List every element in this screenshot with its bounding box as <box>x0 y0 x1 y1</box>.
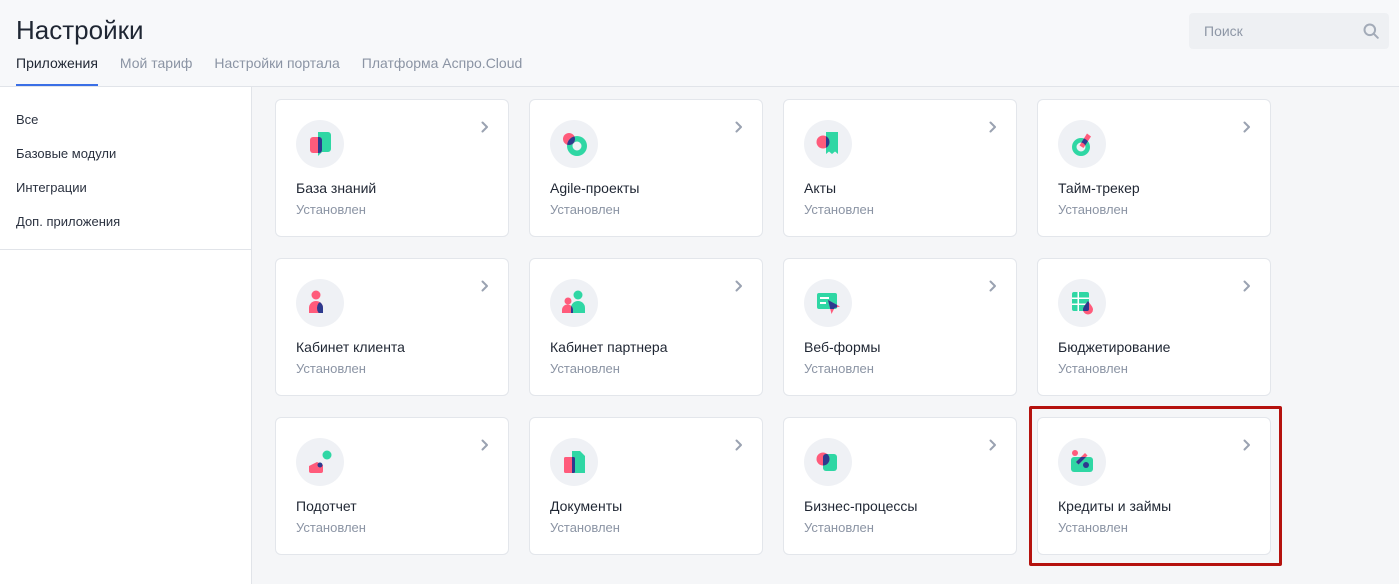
chevron-right-icon <box>735 280 742 292</box>
app-card-title: Agile-проекты <box>550 180 640 196</box>
sidebar-list: Все Базовые модули Интеграции Доп. прило… <box>0 87 251 239</box>
client-cabinet-icon <box>296 279 344 327</box>
app-card[interactable]: Кабинет партнера Установлен <box>529 258 763 396</box>
documents-icon <box>550 438 598 486</box>
web-forms-icon <box>804 279 852 327</box>
acts-icon <box>804 120 852 168</box>
apps-grid: База знаний Установлен Agile-проекты Устано… <box>275 99 1271 555</box>
chevron-right-icon <box>1243 121 1250 133</box>
app-card-title: Акты <box>804 180 837 196</box>
app-card[interactable]: Акты Установлен <box>783 99 1017 237</box>
app-card-status: Установлен <box>1058 361 1128 376</box>
app-card-status: Установлен <box>1058 520 1128 535</box>
chevron-right-icon <box>481 280 488 292</box>
accountable-funds-icon <box>296 438 344 486</box>
chevron-right-icon <box>1243 439 1250 451</box>
app-card-status: Установлен <box>550 202 620 217</box>
app-card-status: Установлен <box>296 361 366 376</box>
app-card-status: Установлен <box>804 520 874 535</box>
app-card-title: Веб-формы <box>804 339 881 355</box>
app-card-status: Установлен <box>296 202 366 217</box>
app-card[interactable]: Веб-формы Установлен <box>783 258 1017 396</box>
sidebar-divider <box>0 249 251 250</box>
sidebar-item-base-modules[interactable]: Базовые модули <box>0 137 251 171</box>
app-card[interactable]: Бюджетирование Установлен <box>1037 258 1271 396</box>
time-tracker-icon <box>1058 120 1106 168</box>
app-card-status: Установлен <box>1058 202 1128 217</box>
app-card[interactable]: Кредиты и займы Установлен <box>1037 417 1271 555</box>
page-title: Настройки <box>16 15 144 45</box>
app-card[interactable]: Кабинет клиента Установлен <box>275 258 509 396</box>
chevron-right-icon <box>989 439 996 451</box>
app-card-title: Тайм-трекер <box>1058 180 1140 196</box>
app-card-status: Установлен <box>804 202 874 217</box>
app-card-title: Бюджетирование <box>1058 339 1171 355</box>
app-card[interactable]: База знаний Установлен <box>275 99 509 237</box>
chevron-right-icon <box>1243 280 1250 292</box>
credits-loans-icon <box>1058 438 1106 486</box>
tab-my-plan[interactable]: Мой тариф <box>120 52 192 86</box>
tab-portal-settings[interactable]: Настройки портала <box>214 52 339 86</box>
search-icon[interactable] <box>1363 23 1379 39</box>
app-card[interactable]: Тайм-трекер Установлен <box>1037 99 1271 237</box>
knowledge-base-icon <box>296 120 344 168</box>
app-card-status: Установлен <box>550 520 620 535</box>
page-header: Настройки Приложения Мой тариф Настройки… <box>0 0 1399 86</box>
sidebar: Все Базовые модули Интеграции Доп. прило… <box>0 87 252 584</box>
budgeting-icon <box>1058 279 1106 327</box>
app-card[interactable]: Документы Установлен <box>529 417 763 555</box>
app-card-title: Документы <box>550 498 623 514</box>
chevron-right-icon <box>989 121 996 133</box>
sidebar-item-integrations[interactable]: Интеграции <box>0 171 251 205</box>
app-card[interactable]: Бизнес-процессы Установлен <box>783 417 1017 555</box>
app-card-title: Бизнес-процессы <box>804 498 918 514</box>
app-card-title: Кредиты и займы <box>1058 498 1172 514</box>
app-card-title: База знаний <box>296 180 377 196</box>
chevron-right-icon <box>735 121 742 133</box>
chevron-right-icon <box>989 280 996 292</box>
app-card-status: Установлен <box>296 520 366 535</box>
app-card[interactable]: Подотчет Установлен <box>275 417 509 555</box>
search-input[interactable] <box>1189 13 1359 49</box>
partner-cabinet-icon <box>550 279 598 327</box>
agile-projects-icon <box>550 120 598 168</box>
app-card-title: Кабинет партнера <box>550 339 668 355</box>
search-box <box>1189 13 1389 49</box>
app-card[interactable]: Agile-проекты Установлен <box>529 99 763 237</box>
tab-platform[interactable]: Платформа Аспро.Cloud <box>362 52 522 86</box>
settings-tabs: Приложения Мой тариф Настройки портала П… <box>16 52 522 86</box>
app-card-title: Подотчет <box>296 498 357 514</box>
app-card-status: Установлен <box>550 361 620 376</box>
business-processes-icon <box>804 438 852 486</box>
sidebar-item-extra-apps[interactable]: Доп. приложения <box>0 205 251 239</box>
tab-applications[interactable]: Приложения <box>16 52 98 86</box>
sidebar-item-all[interactable]: Все <box>0 103 251 137</box>
chevron-right-icon <box>735 439 742 451</box>
app-card-status: Установлен <box>804 361 874 376</box>
app-card-title: Кабинет клиента <box>296 339 405 355</box>
chevron-right-icon <box>481 439 488 451</box>
chevron-right-icon <box>481 121 488 133</box>
